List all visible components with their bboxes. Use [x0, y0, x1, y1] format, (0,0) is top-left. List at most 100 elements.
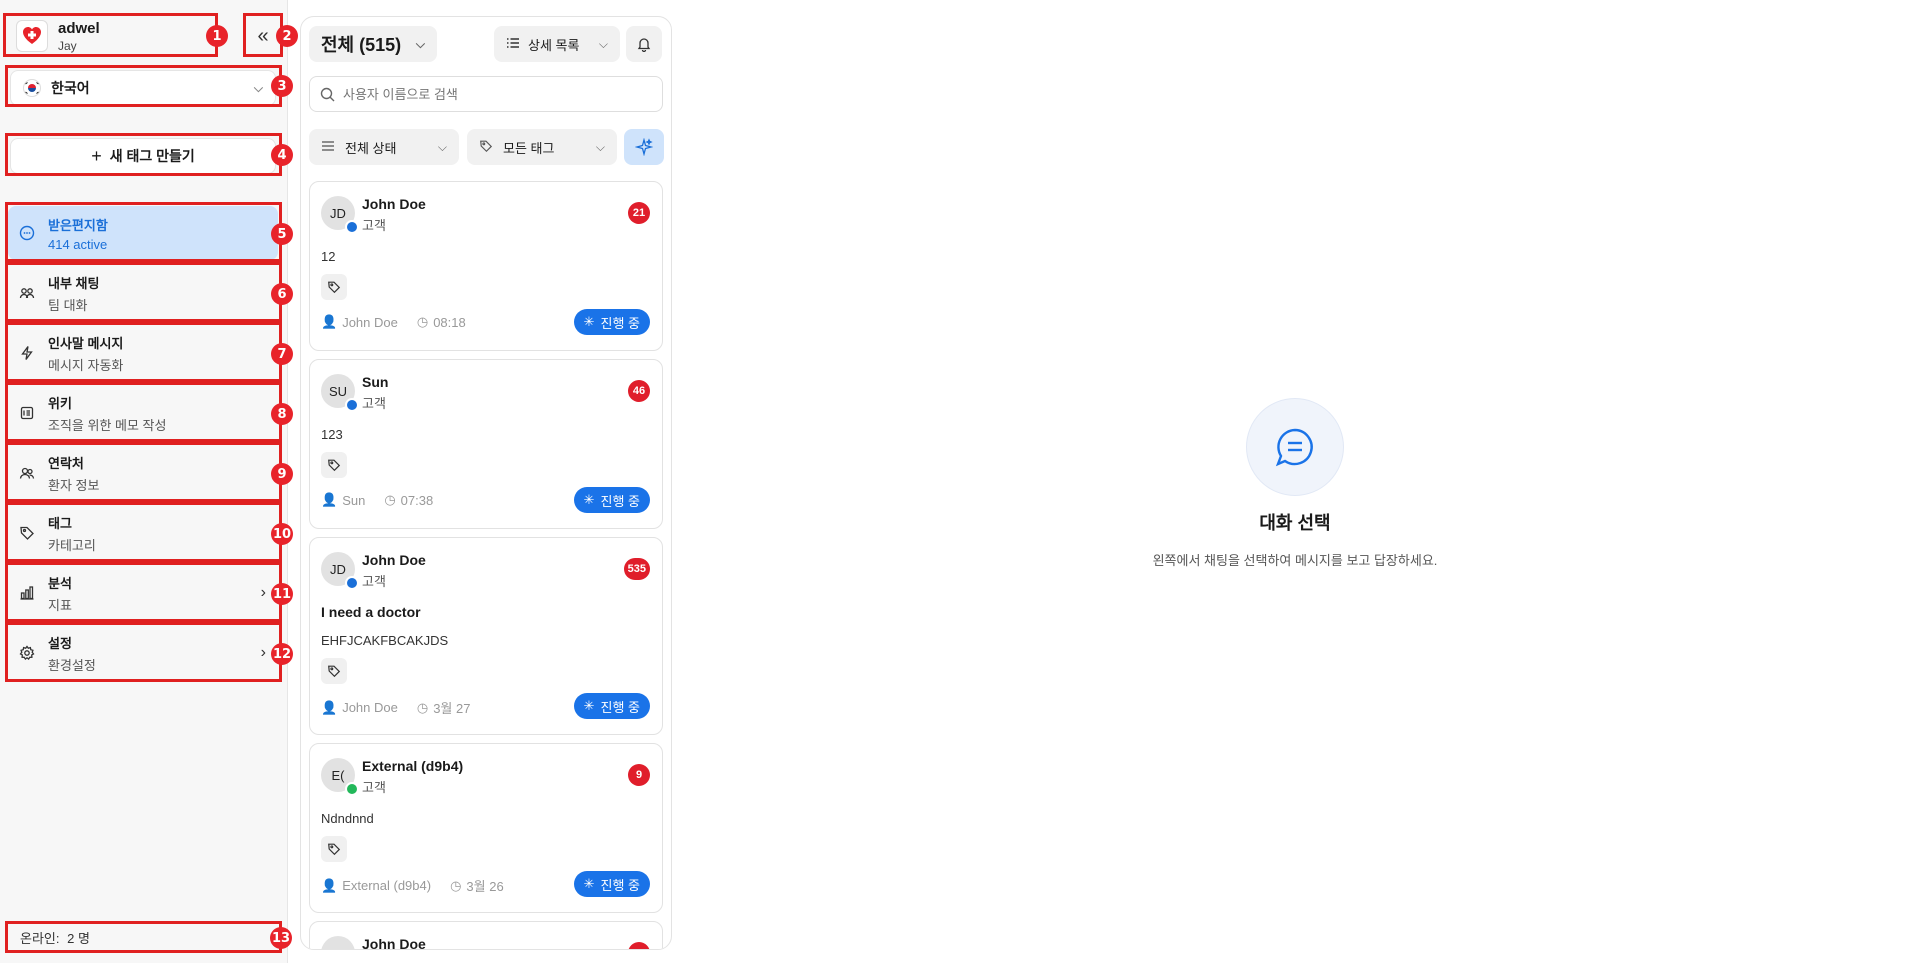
nav-subtitle: 조직을 위한 메모 작성: [48, 417, 167, 433]
korea-flag-icon: [23, 79, 41, 97]
nav-subtitle: 환경설정: [48, 657, 96, 673]
language-select[interactable]: 한국어 ⌵: [10, 70, 276, 106]
chat-bubble-icon: [1275, 428, 1313, 467]
workspace-name: adwel: [58, 19, 100, 37]
add-tag-icon[interactable]: [321, 452, 347, 478]
view-mode-dropdown[interactable]: 상세 목록 ⌵: [494, 26, 620, 62]
plus-icon: +: [91, 145, 102, 166]
nav-subtitle: 메시지 자동화: [48, 357, 124, 373]
line-channel-icon: [345, 782, 359, 796]
chevron-down-icon: ⌵: [437, 139, 447, 154]
chat-channel-icon: [345, 220, 359, 234]
unread-badge: 535: [623, 558, 650, 580]
nav-item-inbox[interactable]: 받은편지함 414 active: [8, 206, 278, 260]
assignee-icon: 👤: [321, 699, 338, 715]
chevron-right-icon: ›: [260, 644, 266, 661]
new-tag-label: 새 태그 만들기: [109, 148, 195, 164]
last-message: 12: [321, 249, 336, 264]
view-mode-label: 상세 목록: [528, 37, 580, 53]
unread-badge: [628, 942, 650, 949]
conversation-list-panel: 전체 (515) ⌵ 상세 목록 ⌵ 전체 상태 ⌵ 모든 태그 ⌵ JD Jo: [300, 16, 672, 950]
search-icon: [320, 87, 335, 101]
workspace-user: Jay: [58, 38, 77, 53]
annotation-badge: 11: [271, 583, 293, 605]
chevron-down-icon: ⌵: [253, 80, 263, 95]
contact-name: John Doe: [362, 552, 426, 568]
nav-title: 분석: [48, 575, 72, 591]
contact-role: 고객: [362, 574, 386, 589]
assignee-name: External (d9b4): [342, 878, 432, 893]
annotation-badge: 2: [276, 25, 298, 47]
nav-subtitle: 카테고리: [48, 537, 96, 553]
add-tag-icon[interactable]: [321, 658, 347, 684]
assignee-name: John Doe: [342, 314, 398, 330]
conversation-card[interactable]: JD John Doe 고객 535 I need a doctor EHFJC…: [309, 537, 663, 735]
workspace-switcher[interactable]: adwel Jay: [8, 16, 214, 56]
online-status: 온라인: 2 명: [20, 928, 90, 947]
chevron-down-icon: ⌵: [595, 139, 605, 154]
status-badge[interactable]: ✳ 진행 중: [573, 487, 650, 513]
language-label: 한국어: [51, 80, 90, 96]
nav-title: 위키: [48, 395, 72, 411]
contact-name: John Doe: [362, 936, 426, 950]
status-badge[interactable]: ✳ 진행 중: [573, 309, 650, 335]
conversation-time: 08:18: [433, 314, 466, 330]
nav-item-contacts[interactable]: 연락처 환자 정보: [8, 446, 278, 500]
ai-assist-button[interactable]: [624, 129, 664, 165]
last-message: 123: [321, 427, 343, 442]
contact-role: 고객: [362, 396, 386, 411]
double-chevron-left-icon: «: [257, 24, 269, 47]
avatar: JD: [321, 936, 355, 950]
status-badge[interactable]: ✳ 진행 중: [573, 871, 650, 897]
tag-icon: [18, 524, 36, 542]
notifications-button[interactable]: [626, 26, 662, 62]
assignee-name: Sun: [342, 492, 366, 508]
nav-subtitle: 414 active: [48, 236, 108, 252]
annotation-badge: 5: [271, 223, 293, 245]
conversation-card[interactable]: SU Sun 고객 46 123 👤 Sun ◷ 07:38 ✳ 진행 중: [309, 359, 663, 529]
nav-item-analytics[interactable]: 분석 지표 ›: [8, 566, 278, 620]
unread-badge: 46: [628, 380, 650, 402]
status-filter-dropdown[interactable]: 전체 상태 ⌵: [309, 129, 459, 165]
new-tag-button[interactable]: + 새 태그 만들기: [10, 138, 276, 174]
add-tag-icon[interactable]: [321, 274, 347, 300]
search-input[interactable]: [343, 86, 643, 102]
list-icon: [506, 36, 520, 53]
avatar-initials: SU: [328, 383, 348, 399]
unread-badge: 9: [628, 764, 650, 786]
chat-channel-icon: [345, 576, 359, 590]
conversation-card[interactable]: JD John Doe 고객 21 12 👤 John Doe ◷ 08:18 ✳…: [309, 181, 663, 351]
add-tag-icon[interactable]: [321, 836, 347, 862]
clock-icon: ◷: [384, 492, 396, 507]
conversation-card[interactable]: E( External (d9b4) 고객 9 Ndndnnd 👤 Extern…: [309, 743, 663, 913]
tag-filter-label: 모든 태그: [503, 140, 555, 156]
conversation-card[interactable]: JD John Doe: [309, 921, 663, 950]
empty-state-illustration: [1246, 398, 1344, 496]
loading-spinner-icon: ✳: [583, 492, 595, 507]
tag-filter-dropdown[interactable]: 모든 태그 ⌵: [467, 129, 617, 165]
status-badge[interactable]: ✳ 진행 중: [573, 693, 650, 719]
gear-icon: [18, 644, 36, 662]
search-box[interactable]: [309, 76, 663, 112]
nav-item-wiki[interactable]: 위키 조직을 위한 메모 작성: [8, 386, 278, 440]
conversation-time: 3월 27: [433, 701, 471, 716]
conversation-filter-label: 전체 (515): [321, 35, 402, 55]
conversation-filter-dropdown[interactable]: 전체 (515) ⌵: [309, 26, 437, 62]
avatar-initials: JD: [330, 205, 346, 221]
chevron-down-icon: ⌵: [415, 36, 425, 51]
chevron-right-icon: ›: [260, 584, 266, 601]
annotation-badge: 4: [271, 144, 293, 166]
avatar-initials: JD: [330, 946, 346, 950]
nav-subtitle: 환자 정보: [48, 477, 100, 493]
annotation-badge: 10: [271, 523, 293, 545]
contact-name: Sun: [362, 374, 389, 390]
conversation-meta: 👤 John Doe ◷ 3월 27: [321, 698, 470, 717]
nav-item-greeting-messages[interactable]: 인사말 메시지 메시지 자동화: [8, 326, 278, 380]
annotation-badge: 7: [271, 343, 293, 365]
nav-item-settings[interactable]: 설정 환경설정 ›: [8, 626, 278, 680]
nav-item-tags[interactable]: 태그 카테고리: [8, 506, 278, 560]
contact-name: External (d9b4): [362, 758, 464, 774]
nav-item-internal-chat[interactable]: 내부 채팅 팀 대화: [8, 266, 278, 320]
contact-role: 고객: [362, 218, 386, 233]
contact-name: John Doe: [362, 196, 426, 212]
